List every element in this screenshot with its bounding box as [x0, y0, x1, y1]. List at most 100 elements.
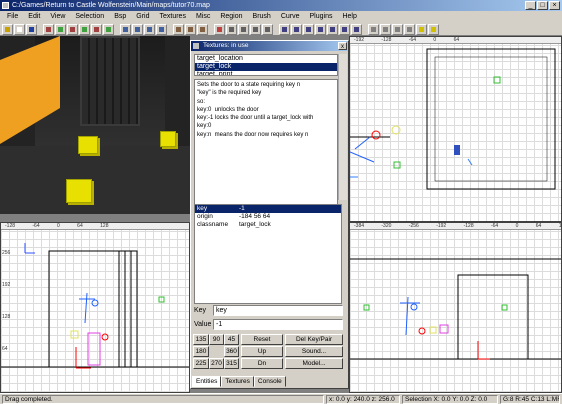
rotate-x-icon[interactable]: [55, 24, 66, 35]
filter-icon[interactable]: [392, 24, 403, 35]
select-partial-icon[interactable]: [144, 24, 155, 35]
select-inside-icon[interactable]: [156, 24, 167, 35]
texture-lock-icon[interactable]: [238, 24, 249, 35]
new-icon[interactable]: [14, 24, 25, 35]
panel-icon: [193, 43, 199, 49]
patch-icon[interactable]: [291, 24, 302, 35]
tab-console[interactable]: Console: [253, 376, 286, 387]
panel-tabs: Entities Textures Console: [192, 376, 286, 387]
angle-135-button[interactable]: 135: [193, 334, 209, 345]
menu-help[interactable]: Help: [337, 11, 361, 23]
door-brush: [80, 36, 140, 126]
drill-icon[interactable]: [351, 24, 362, 35]
status-grid: G:8 R:45 C:13 L:MR: [500, 395, 560, 404]
save-icon[interactable]: [26, 24, 37, 35]
angle-225-button[interactable]: 225: [193, 358, 209, 369]
kv-row-classname[interactable]: classname target_lock: [195, 221, 341, 229]
panel-title-bar: Textures: in use x: [191, 41, 348, 51]
dn-button[interactable]: Dn: [241, 358, 283, 369]
menu-file[interactable]: File: [2, 11, 23, 23]
entity-view-icon[interactable]: [279, 24, 290, 35]
rotate-z-icon[interactable]: [103, 24, 114, 35]
kv-key: key: [197, 205, 208, 212]
angle-360-button[interactable]: 360: [224, 346, 239, 357]
bend-icon[interactable]: [303, 24, 314, 35]
camera-move-icon[interactable]: [250, 24, 261, 35]
select-touching-icon[interactable]: [132, 24, 143, 35]
close-button[interactable]: ×: [549, 1, 560, 10]
main-toolbar: [0, 23, 562, 36]
cubic-clip-icon[interactable]: [262, 24, 273, 35]
camera-3d-view[interactable]: [0, 36, 190, 214]
cap-icon[interactable]: [327, 24, 338, 35]
angle-315-button[interactable]: 315: [224, 358, 239, 369]
select-complete-icon[interactable]: [120, 24, 131, 35]
menu-view[interactable]: View: [45, 11, 70, 23]
grid-icon[interactable]: [404, 24, 415, 35]
fit-icon[interactable]: [380, 24, 391, 35]
status-bar: Drag completed. x: 0.0 y: 240.0 z: 256.0…: [0, 393, 562, 404]
list-item[interactable]: target_location: [195, 55, 337, 63]
tab-textures[interactable]: Textures: [221, 376, 254, 387]
flip-z-icon[interactable]: [91, 24, 102, 35]
window-title-bar: C:/Games/Return to Castle Wolfenstein/Ma…: [0, 0, 562, 11]
reset-button[interactable]: Reset: [241, 334, 283, 345]
sound-button[interactable]: Sound...: [285, 346, 343, 357]
list-item-selected[interactable]: target_lock: [195, 63, 337, 71]
kv-key: classname: [197, 221, 229, 228]
value-input[interactable]: -1: [213, 319, 343, 330]
light-icon[interactable]: [416, 24, 427, 35]
angle-45-button[interactable]: 45: [224, 334, 239, 345]
maximize-button[interactable]: □: [537, 1, 548, 10]
flip-y-icon[interactable]: [67, 24, 78, 35]
menu-grid[interactable]: Grid: [131, 11, 154, 23]
clipper-icon[interactable]: [214, 24, 225, 35]
kv-value: -184 56 64: [239, 213, 271, 220]
open-icon[interactable]: [2, 24, 13, 35]
csg-merge-icon[interactable]: [185, 24, 196, 35]
kv-row-origin[interactable]: origin -184 56 64: [195, 213, 341, 221]
del-key-pair-button[interactable]: Del Key/Pair: [285, 334, 343, 345]
value-label: Value: [194, 321, 212, 328]
entity-class-list[interactable]: target_location target_lock target_print: [194, 54, 338, 76]
grid-view-top[interactable]: -192 -128 -64 0 64: [349, 36, 562, 222]
hollow-icon[interactable]: [197, 24, 208, 35]
minimize-button[interactable]: _: [525, 1, 536, 10]
tab-entities[interactable]: Entities: [192, 376, 222, 387]
menu-curve[interactable]: Curve: [276, 11, 305, 23]
grid-view-front[interactable]: -384 -320 -256 -192 -128 -64 0 64 128: [349, 222, 562, 393]
status-message: Drag completed.: [2, 395, 324, 404]
rotate-y-icon[interactable]: [79, 24, 90, 35]
csg-subtract-icon[interactable]: [173, 24, 184, 35]
up-button[interactable]: Up: [241, 346, 283, 357]
list-item[interactable]: target_print: [195, 71, 337, 75]
change-views-icon[interactable]: [226, 24, 237, 35]
panel-close-button[interactable]: x: [338, 42, 347, 50]
angle-90-button[interactable]: 90: [209, 334, 224, 345]
menu-brush[interactable]: Brush: [248, 11, 276, 23]
menu-textures[interactable]: Textures: [154, 11, 190, 23]
menu-bsp[interactable]: Bsp: [109, 11, 131, 23]
model-button[interactable]: Model...: [285, 358, 343, 369]
app-icon: [2, 2, 9, 9]
panel-title: Textures: in use: [203, 42, 249, 49]
weld-icon[interactable]: [339, 24, 350, 35]
menu-region[interactable]: Region: [215, 11, 247, 23]
grid-view-side[interactable]: -128 -64 0 64 128 256 192 128 64: [0, 222, 190, 393]
angle-180-button[interactable]: 180: [193, 346, 209, 357]
show-bounds-icon[interactable]: [368, 24, 379, 35]
key-value-list[interactable]: key -1 origin -184 56 64 classname targe…: [194, 204, 342, 304]
class-list-scrollbar[interactable]: [338, 54, 347, 200]
menu-plugins[interactable]: Plugins: [305, 11, 338, 23]
insert-icon[interactable]: [315, 24, 326, 35]
key-input[interactable]: key: [213, 305, 343, 316]
kv-row-key[interactable]: key -1: [195, 205, 341, 213]
entity-cube-2: [160, 131, 176, 147]
lightmap-icon[interactable]: [428, 24, 439, 35]
menu-selection[interactable]: Selection: [70, 11, 109, 23]
angle-270-button[interactable]: 270: [209, 358, 224, 369]
menu-misc[interactable]: Misc: [191, 11, 215, 23]
key-label: Key: [194, 307, 207, 314]
flip-x-icon[interactable]: [43, 24, 54, 35]
menu-edit[interactable]: Edit: [23, 11, 45, 23]
